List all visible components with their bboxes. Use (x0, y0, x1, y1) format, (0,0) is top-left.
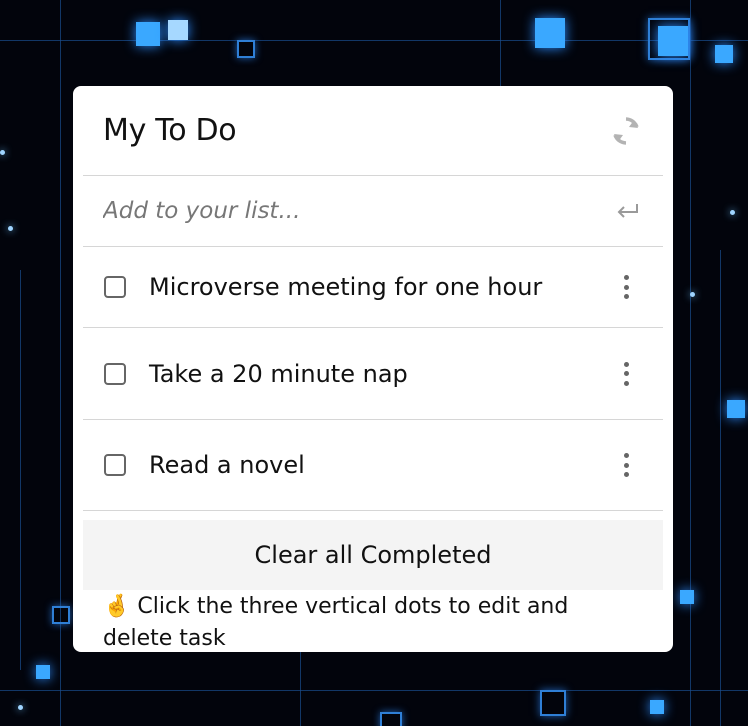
more-vertical-icon[interactable] (622, 453, 630, 477)
enter-icon[interactable] (615, 201, 641, 221)
hint-text: 🤞 Click the three vertical dots to edit … (103, 591, 633, 652)
task-item: Microverse meeting for one hour (83, 247, 663, 328)
task-label: Take a 20 minute nap (149, 359, 408, 388)
card-header: My To Do (83, 86, 663, 176)
hint-message: Click the three vertical dots to edit an… (103, 594, 569, 651)
more-vertical-icon[interactable] (622, 275, 630, 299)
add-task-row (83, 176, 663, 247)
todo-card: My To Do Microverse meeting for one hour… (73, 86, 673, 652)
more-vertical-icon[interactable] (622, 361, 630, 386)
task-label: Read a novel (149, 451, 305, 479)
refresh-icon[interactable] (609, 114, 643, 148)
crossed-fingers-icon: 🤞 (103, 594, 131, 619)
task-item: Take a 20 minute nap (83, 328, 663, 420)
clear-completed-button[interactable]: Clear all Completed (83, 520, 663, 590)
task-checkbox[interactable] (104, 276, 126, 298)
task-checkbox[interactable] (104, 454, 126, 476)
task-label: Microverse meeting for one hour (149, 273, 543, 301)
task-item: Read a novel (83, 420, 663, 511)
add-task-input[interactable] (103, 198, 583, 224)
app-title: My To Do (103, 113, 237, 148)
task-checkbox[interactable] (104, 362, 126, 385)
